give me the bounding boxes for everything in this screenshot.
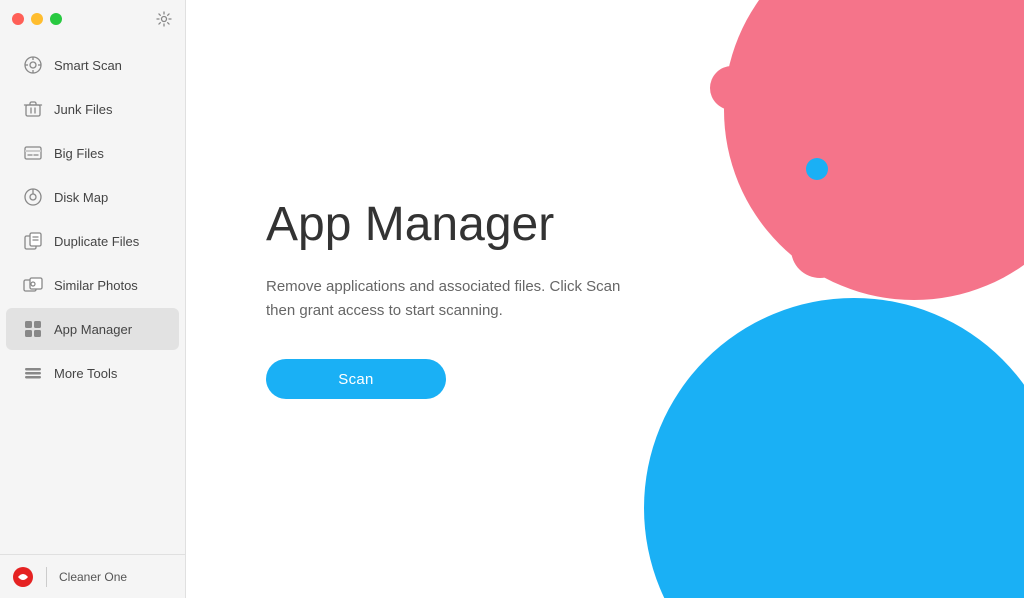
similar-photos-icon bbox=[22, 274, 44, 296]
sidebar-item-app-manager[interactable]: App Manager bbox=[6, 308, 179, 350]
sidebar: Smart Scan Junk Files bbox=[0, 0, 186, 598]
titlebar bbox=[0, 0, 185, 38]
trend-micro-logo bbox=[12, 566, 34, 588]
disk-map-icon bbox=[22, 186, 44, 208]
sidebar-item-label: Smart Scan bbox=[54, 58, 122, 73]
page-description: Remove applications and associated files… bbox=[266, 275, 646, 323]
big-files-icon bbox=[22, 142, 44, 164]
scan-button[interactable]: Scan bbox=[266, 359, 446, 399]
deco-circle-pink-small bbox=[710, 66, 754, 110]
maximize-button[interactable] bbox=[50, 13, 62, 25]
sidebar-item-similar-photos[interactable]: Similar Photos bbox=[6, 264, 179, 306]
sidebar-item-label: More Tools bbox=[54, 366, 117, 381]
sidebar-item-smart-scan[interactable]: Smart Scan bbox=[6, 44, 179, 86]
sidebar-item-label: Big Files bbox=[54, 146, 104, 161]
deco-circle-pink-large bbox=[724, 0, 1024, 300]
smart-scan-icon bbox=[22, 54, 44, 76]
more-tools-icon bbox=[22, 362, 44, 384]
sidebar-item-more-tools[interactable]: More Tools bbox=[6, 352, 179, 394]
minimize-button[interactable] bbox=[31, 13, 43, 25]
app-manager-icon bbox=[22, 318, 44, 340]
deco-circle-blue-large bbox=[644, 298, 1024, 598]
close-button[interactable] bbox=[12, 13, 24, 25]
junk-files-icon bbox=[22, 98, 44, 120]
page-title: App Manager bbox=[266, 199, 944, 252]
nav-menu: Smart Scan Junk Files bbox=[0, 38, 185, 554]
duplicate-files-icon bbox=[22, 230, 44, 252]
sidebar-item-junk-files[interactable]: Junk Files bbox=[6, 88, 179, 130]
settings-icon[interactable] bbox=[155, 10, 173, 28]
app-name-label: Cleaner One bbox=[59, 570, 127, 584]
decorative-background bbox=[604, 0, 1024, 598]
sidebar-item-disk-map[interactable]: Disk Map bbox=[6, 176, 179, 218]
sidebar-footer: Cleaner One bbox=[0, 554, 185, 598]
footer-divider bbox=[46, 567, 47, 587]
sidebar-item-label: Similar Photos bbox=[54, 278, 138, 293]
sidebar-item-big-files[interactable]: Big Files bbox=[6, 132, 179, 174]
deco-circle-blue-small bbox=[806, 158, 828, 180]
sidebar-item-label: App Manager bbox=[54, 322, 132, 337]
main-content: App Manager Remove applications and asso… bbox=[186, 0, 1024, 598]
sidebar-item-label: Disk Map bbox=[54, 190, 108, 205]
sidebar-item-duplicate-files[interactable]: Duplicate Files bbox=[6, 220, 179, 262]
sidebar-item-label: Duplicate Files bbox=[54, 234, 139, 249]
sidebar-item-label: Junk Files bbox=[54, 102, 113, 117]
